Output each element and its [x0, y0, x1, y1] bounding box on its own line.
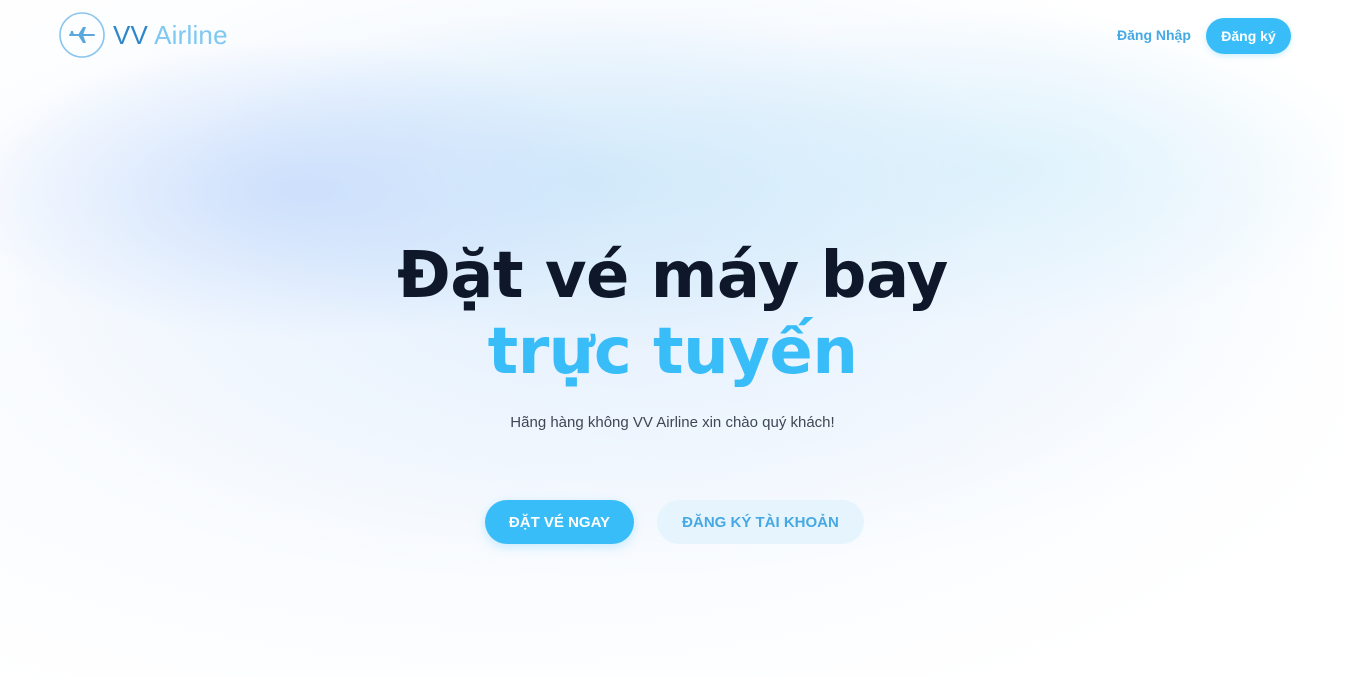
brand-name-vv: VV — [113, 19, 149, 50]
hero-title-line1: Đặt vé máy bay — [397, 239, 948, 313]
brand-logo-link[interactable]: VV Airline — [59, 12, 228, 58]
brand-name: VV Airline — [113, 20, 228, 51]
brand-name-airline: Airline — [154, 19, 228, 50]
hero-title-line2: trực tuyến — [487, 315, 858, 389]
site-header: VV Airline Đăng Nhập Đăng ký — [0, 0, 1345, 74]
hero-title: Đặt vé máy bay trực tuyến — [0, 238, 1345, 390]
airplane-icon — [59, 12, 105, 58]
register-button[interactable]: Đăng ký — [1206, 18, 1291, 54]
landing-page: VV Airline Đăng Nhập Đăng ký Đặt vé máy … — [0, 0, 1345, 678]
hero-subtitle: Hãng hàng không VV Airline xin chào quý … — [510, 414, 835, 431]
book-now-button[interactable]: ĐẶT VÉ NGAY — [485, 500, 634, 544]
create-account-button[interactable]: ĐĂNG KÝ TÀI KHOẢN — [657, 500, 864, 544]
login-link[interactable]: Đăng Nhập — [1117, 27, 1191, 43]
